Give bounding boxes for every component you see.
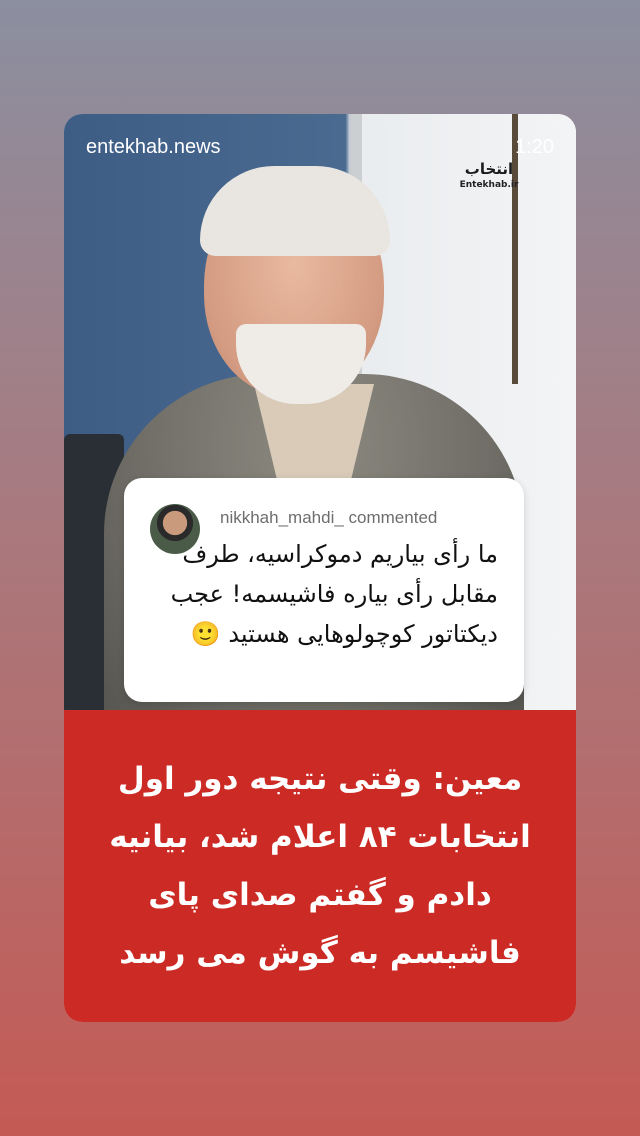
story-header: entekhab.news 1:20 (64, 136, 576, 164)
entekhab-logo: انتخاب Entekhab.ir (458, 160, 520, 204)
source-account[interactable]: entekhab.news (86, 136, 221, 159)
comment-text: ما رأی بیاریم دموکراسیه، طرف مقابل رأی ب… (170, 540, 498, 648)
video-duration: 1:20 (515, 136, 554, 158)
commenter-name[interactable]: nikkhah_mahdi_ commented (220, 508, 437, 528)
headline-banner: معین: وقتی نتیجه دور اول انتخابات ۸۴ اعل… (64, 710, 576, 1022)
logo-subtext: Entekhab.ir (459, 180, 519, 190)
comment-card[interactable]: nikkhah_mahdi_ commented ما رأی بیاریم د… (124, 478, 524, 702)
headline-text: معین: وقتی نتیجه دور اول انتخابات ۸۴ اعل… (109, 761, 531, 971)
